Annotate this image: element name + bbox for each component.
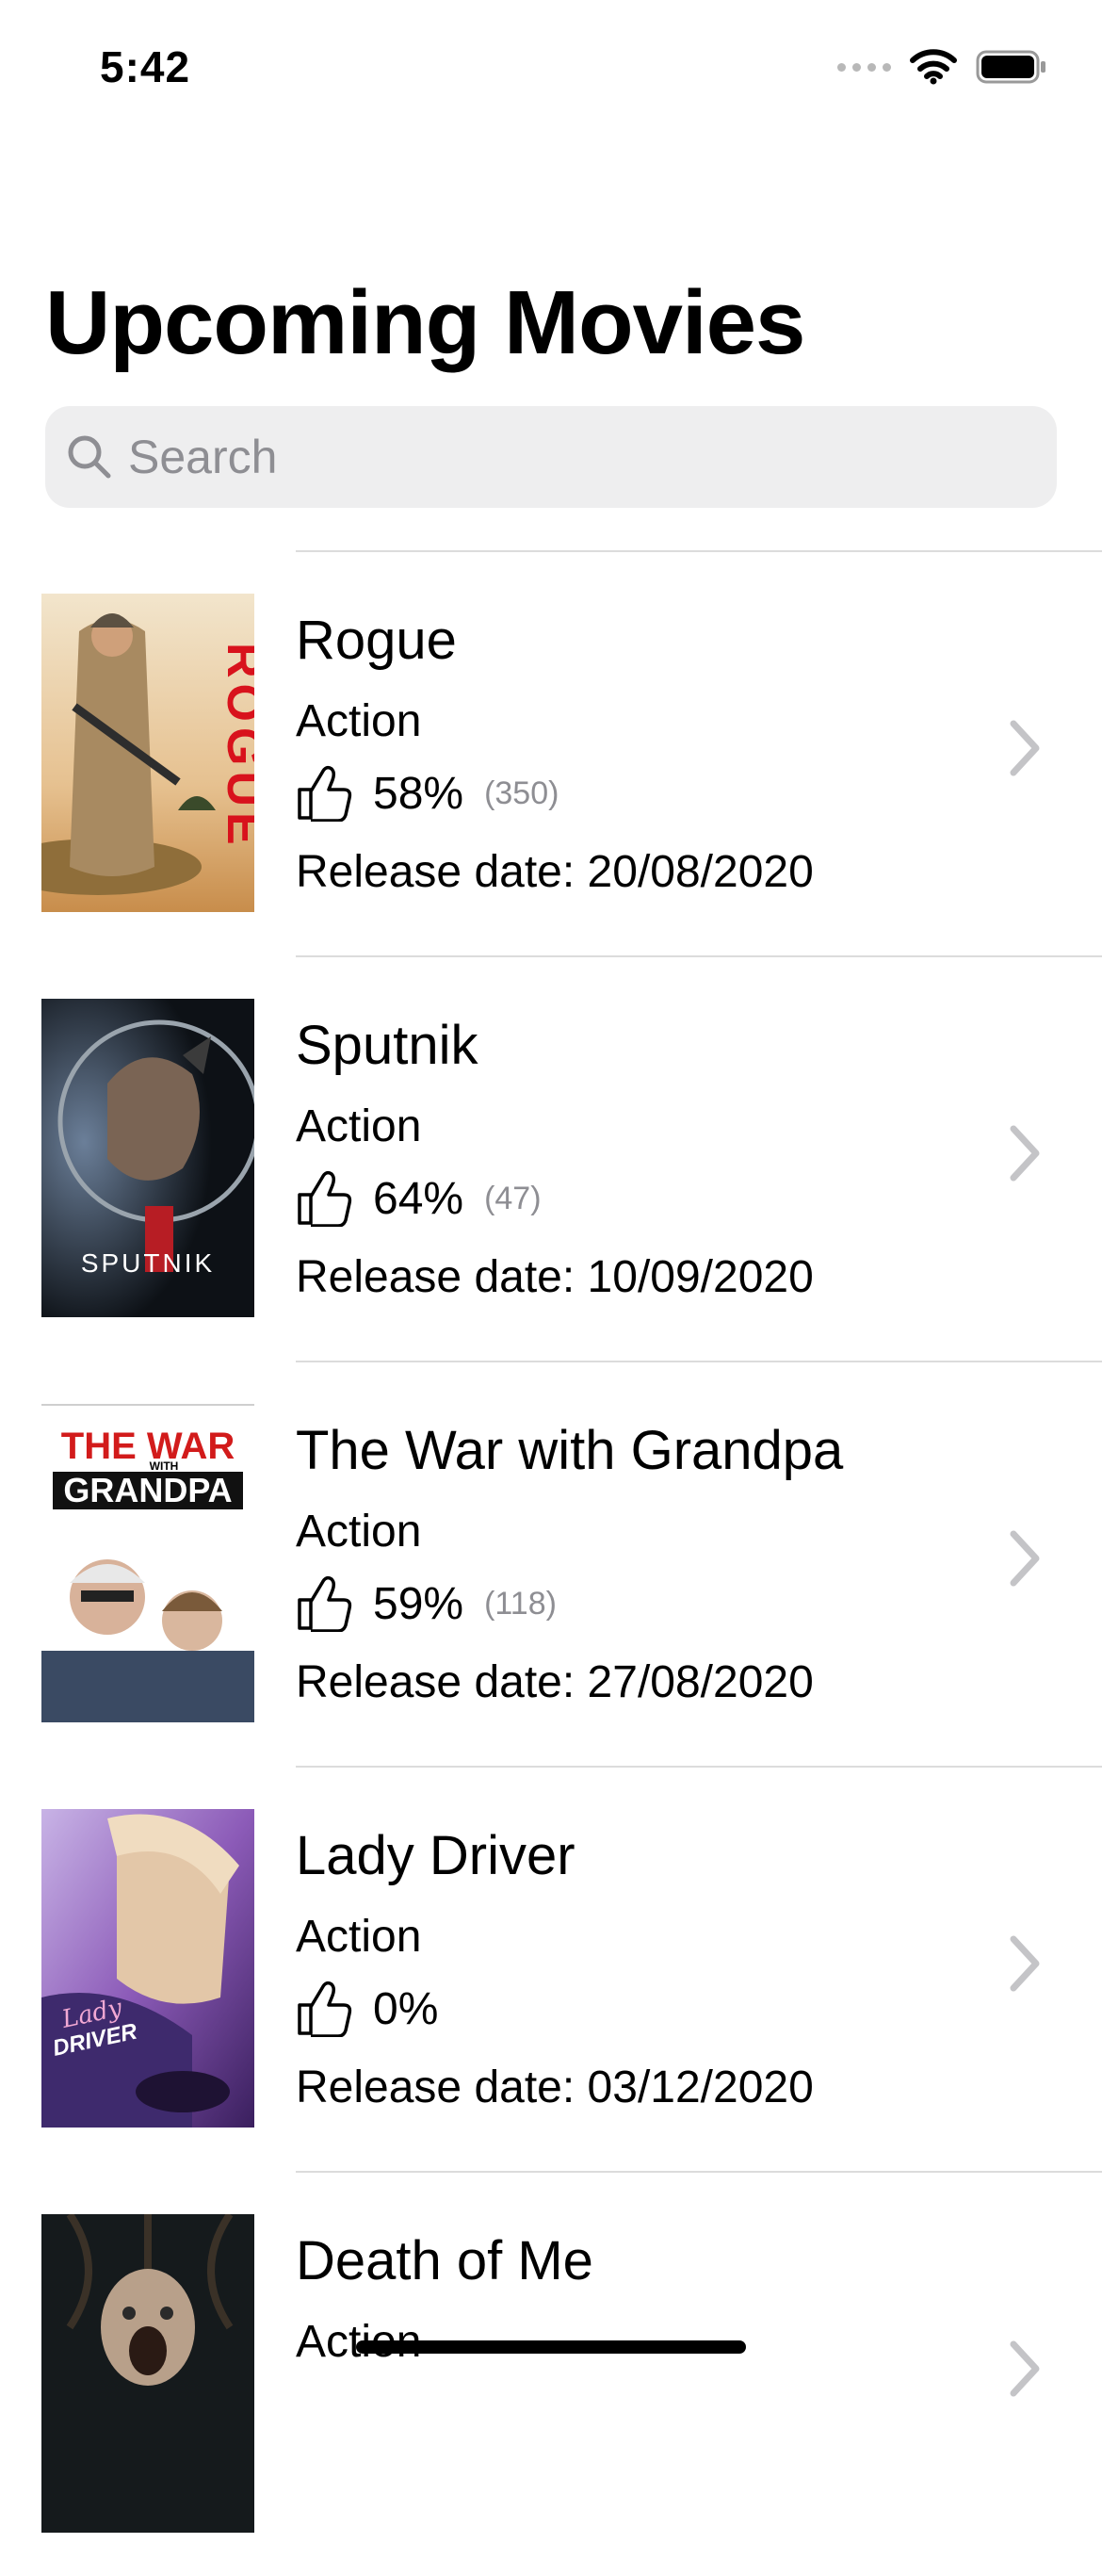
battery-icon: [976, 50, 1045, 84]
release-date: 10/09/2020: [587, 1252, 814, 1302]
movie-title: Death of Me: [296, 2230, 593, 2291]
poster-lady-driver: Lady DRIVER: [41, 1809, 254, 2128]
release-date: 27/08/2020: [587, 1657, 814, 1707]
thumbs-up-icon: [298, 765, 352, 822]
page-title: Upcoming Movies: [45, 272, 805, 373]
movie-title: The War with Grandpa: [296, 1420, 844, 1481]
search-icon: [68, 435, 111, 479]
thumbs-up-icon: [298, 1981, 352, 2037]
rating-percent: 58%: [373, 768, 464, 819]
chevron-right-icon: [1010, 1125, 1040, 1182]
svg-text:SPUTNIK: SPUTNIK: [81, 1248, 215, 1278]
movie-row-the-war-with-grandpa[interactable]: THE WAR WITH GRANDPA The War with Grandp…: [0, 1362, 1102, 1766]
movie-genre: Action: [296, 1912, 422, 1962]
home-indicator[interactable]: [356, 2340, 746, 2354]
movie-row-lady-driver[interactable]: Lady DRIVER Lady Driver Action 0% Releas…: [0, 1768, 1102, 2171]
chevron-right-icon: [1010, 720, 1040, 776]
release-label: Release date:: [296, 1252, 575, 1302]
movie-row-death-of-me[interactable]: Death of Me Action: [0, 2173, 1102, 2576]
vote-count: (350): [484, 774, 559, 811]
chevron-right-icon: [1010, 1935, 1040, 1992]
wifi-icon: [910, 49, 957, 85]
release-date: 20/08/2020: [587, 847, 814, 897]
release-info: Release date: 03/12/2020: [296, 2062, 814, 2113]
poster-the-war-with-grandpa: THE WAR WITH GRANDPA: [41, 1404, 254, 1722]
movie-genre: Action: [296, 696, 422, 746]
poster-rogue: ROGUE: [41, 594, 254, 912]
release-label: Release date:: [296, 847, 575, 897]
cellular-signal-icon: [837, 62, 891, 72]
search-input[interactable]: [126, 429, 1034, 485]
rating-percent: 59%: [373, 1578, 464, 1629]
movie-row-rogue[interactable]: ROGUE Rogue Action 58% (350) Release dat…: [0, 552, 1102, 955]
svg-text:THE WAR: THE WAR: [61, 1426, 235, 1467]
movie-genre: Action: [296, 1101, 422, 1151]
release-date: 03/12/2020: [587, 2062, 814, 2112]
movie-title: Rogue: [296, 610, 457, 671]
release-info: Release date: 10/09/2020: [296, 1251, 814, 1303]
poster-death-of-me: [41, 2214, 254, 2533]
poster-sputnik: SPUTNIK: [41, 999, 254, 1317]
poster-sputnik-title: SPUTNIK: [81, 1248, 215, 1278]
status-time: 5:42: [100, 42, 191, 91]
vote-count: (47): [484, 1180, 542, 1216]
status-bar: 5:42: [0, 0, 1102, 132]
thumbs-up-icon: [298, 1170, 352, 1227]
movie-row-sputnik[interactable]: SPUTNIK Sputnik Action 64% (47) Release …: [0, 957, 1102, 1361]
svg-text:ROGUE: ROGUE: [217, 643, 254, 851]
movie-rating: 0%: [296, 1981, 438, 2037]
thumbs-up-icon: [298, 1575, 352, 1632]
movie-genre: Action: [296, 1507, 422, 1557]
movie-rating: 59% (118): [296, 1575, 557, 1632]
release-label: Release date:: [296, 2062, 575, 2112]
vote-count: (118): [484, 1585, 557, 1622]
rating-percent: 64%: [373, 1173, 464, 1224]
movie-title: Sputnik: [296, 1015, 478, 1076]
movie-title: Lady Driver: [296, 1825, 575, 1886]
movie-rating: 58% (350): [296, 765, 559, 822]
movie-rating: 64% (47): [296, 1170, 542, 1227]
poster-rogue-title: ROGUE: [217, 643, 254, 851]
movie-list: ROGUE Rogue Action 58% (350) Release dat…: [0, 550, 1102, 2576]
release-label: Release date:: [296, 1657, 575, 1707]
release-info: Release date: 20/08/2020: [296, 846, 814, 898]
release-info: Release date: 27/08/2020: [296, 1656, 814, 1708]
chevron-right-icon: [1010, 2340, 1040, 2397]
status-icons: [837, 49, 1047, 85]
chevron-right-icon: [1010, 1530, 1040, 1587]
svg-text:GRANDPA: GRANDPA: [63, 1471, 232, 1509]
rating-percent: 0%: [373, 1983, 439, 2034]
search-bar[interactable]: [45, 406, 1057, 508]
